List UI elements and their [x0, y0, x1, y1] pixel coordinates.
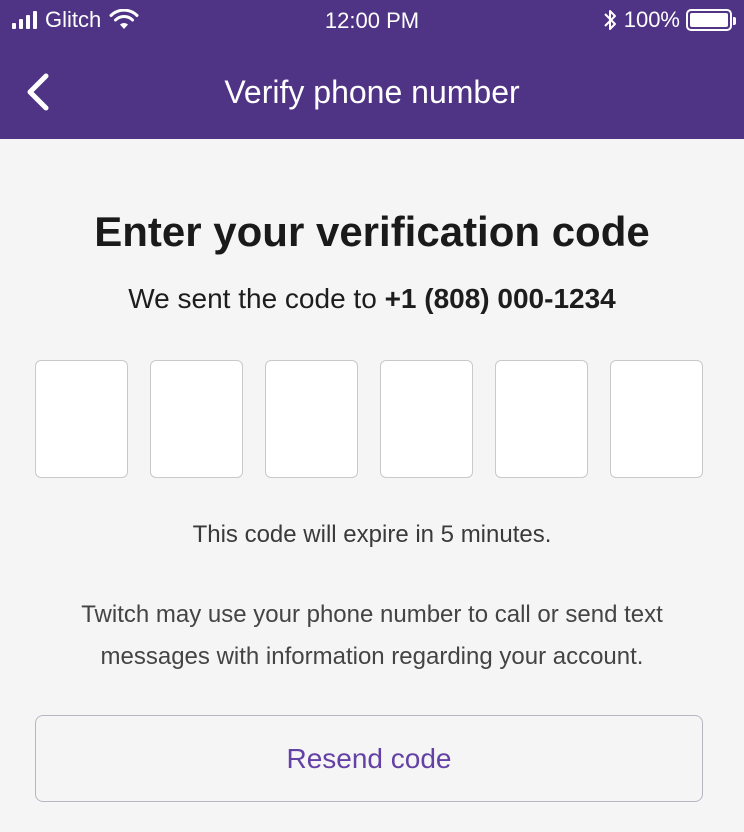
- phone-number: +1 (808) 000-1234: [384, 283, 616, 314]
- page-title: Verify phone number: [224, 74, 520, 110]
- battery-percent: 100%: [623, 7, 680, 32]
- code-digit-4[interactable]: [380, 360, 473, 478]
- privacy-notice: Twitch may use your phone number to call…: [81, 601, 663, 670]
- code-digit-3[interactable]: [265, 360, 358, 478]
- battery-icon: [686, 9, 736, 31]
- app-header: Glitch 12:00 PM 100% Verify phone number: [0, 0, 744, 139]
- bluetooth-icon: [604, 10, 616, 30]
- code-digit-6[interactable]: [610, 360, 703, 478]
- nav-bar: Verify phone number: [0, 42, 744, 139]
- resend-code-button[interactable]: Resend code: [35, 715, 703, 802]
- status-bar: Glitch 12:00 PM 100%: [0, 0, 744, 42]
- sent-to-line: We sent the code to +1 (808) 000-1234: [0, 281, 744, 317]
- verification-content: Enter your verification code We sent the…: [0, 139, 744, 832]
- status-right: 100%: [602, 7, 736, 33]
- code-digit-5[interactable]: [495, 360, 588, 478]
- expiry-notice: This code will expire in 5 minutes.: [192, 521, 552, 548]
- code-input-group: [35, 360, 703, 478]
- code-digit-1[interactable]: [35, 360, 128, 478]
- verification-heading: Enter your verification code: [94, 208, 650, 255]
- sent-to-prefix: We sent the code to: [128, 283, 385, 314]
- code-digit-2[interactable]: [150, 360, 243, 478]
